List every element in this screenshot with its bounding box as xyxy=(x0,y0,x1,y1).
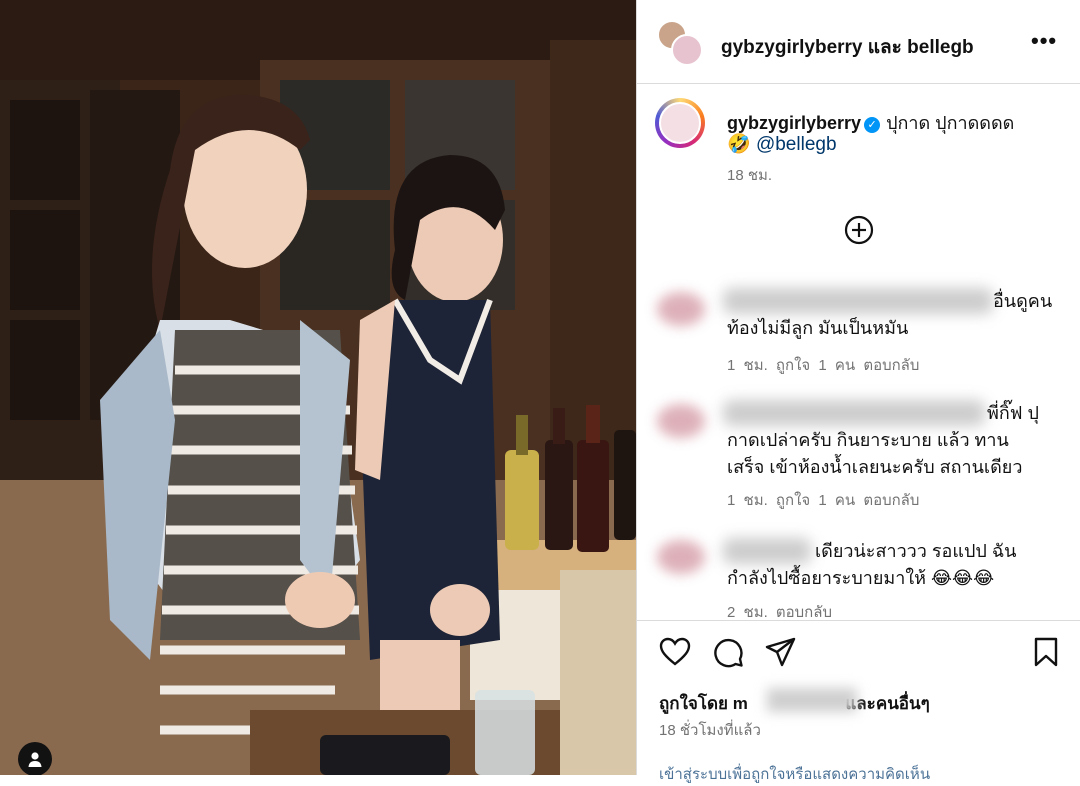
caption-avatar[interactable] xyxy=(655,98,705,148)
redacted-username xyxy=(723,400,985,426)
post-timestamp: 18 ชั่วโมงที่แล้ว xyxy=(659,722,761,739)
user-icon xyxy=(28,752,42,767)
caption-emoji: 🤣 xyxy=(727,134,751,155)
liked-by-user[interactable]: m xyxy=(733,694,748,713)
post-header-title[interactable]: gybzygirlyberry และ bellegb xyxy=(721,32,974,62)
comment-text: กำลังไปซื้อยาระบายมาให้ 😂😂😂 xyxy=(727,568,995,588)
comment-avatar[interactable] xyxy=(657,540,705,574)
redacted-username xyxy=(723,538,811,564)
bookmark-icon[interactable] xyxy=(1033,637,1059,668)
comment-avatar[interactable] xyxy=(657,404,705,438)
post-side-panel: gybzygirlyberry และ bellegb ••• gybzygir… xyxy=(636,0,1080,783)
avatar[interactable] xyxy=(671,34,703,66)
post-header: gybzygirlyberry และ bellegb ••• xyxy=(637,0,1080,84)
caption-mention[interactable]: @bellegb xyxy=(756,134,837,155)
comment-icon[interactable] xyxy=(713,637,744,668)
comment-avatar[interactable] xyxy=(657,292,705,326)
post-photo[interactable] xyxy=(0,0,636,775)
comment-text: เดียวน่ะสาววว รอแปป ฉัน xyxy=(815,541,1017,561)
liked-by-prefix: ถูกใจโดย xyxy=(659,694,728,713)
comment-text: กาดเปล่าครับ กินยาระบาย แล้ว ทาน xyxy=(727,430,1009,450)
share-icon[interactable] xyxy=(765,637,797,667)
liked-by-others[interactable]: และคนอื่นๆ xyxy=(845,694,929,713)
caption-timestamp: 18 ชม. xyxy=(727,167,773,184)
tagged-users-button[interactable] xyxy=(18,742,52,775)
caption-username[interactable]: gybzygirlyberry xyxy=(727,113,861,133)
redacted-username xyxy=(767,688,857,712)
caption-text: ปุกาด ปุกาดดดด xyxy=(886,113,1015,133)
comment-text: ท้องไม่มีลูก มันเป็นหมัน xyxy=(727,318,909,338)
add-circle-icon[interactable] xyxy=(844,215,874,245)
comment-text: อื่นดูคน xyxy=(993,291,1053,311)
more-icon[interactable]: ••• xyxy=(1031,28,1057,54)
caption-line-2: 🤣 @bellegb xyxy=(727,132,837,156)
redacted-username xyxy=(723,288,993,314)
verified-badge-icon: ✓ xyxy=(864,116,881,133)
login-prompt[interactable]: เข้าสู่ระบบเพื่อถูกใจหรือแสดงความคิดเห็น xyxy=(659,762,930,786)
comment-text: เสร็จ เข้าห้องน้ำเลยนะครับ สถานเดียว xyxy=(727,457,1023,477)
comment-meta[interactable]: 1 ชม. ถูกใจ 1 คน ตอบกลับ xyxy=(727,353,919,377)
comment-meta[interactable]: 1 ชม. ถูกใจ 1 คน ตอบกลับ xyxy=(727,488,919,512)
comment-text: พี่กิ๊ฟ ปุ xyxy=(987,403,1039,423)
heart-icon[interactable] xyxy=(659,637,691,667)
